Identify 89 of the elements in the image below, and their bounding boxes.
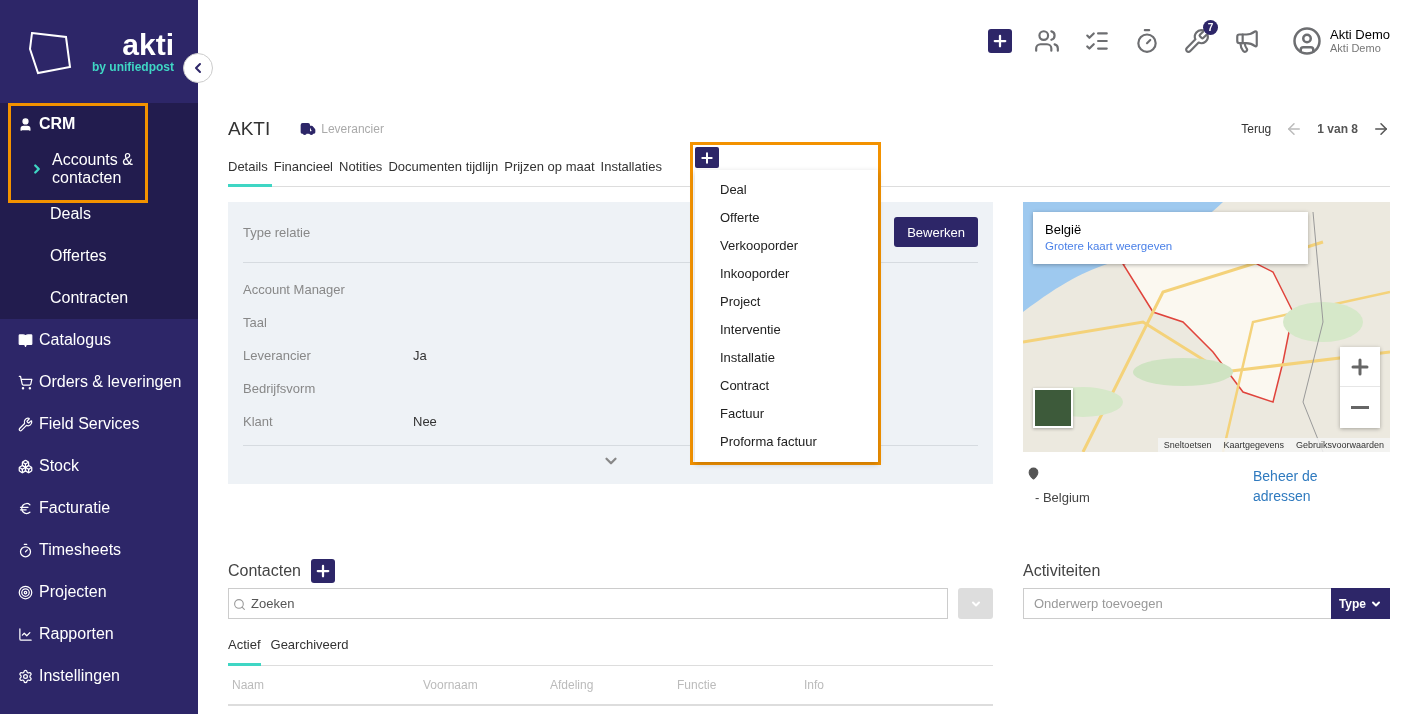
column-header: Afdeling [550, 678, 595, 692]
sidebar-item[interactable]: CRM [0, 103, 198, 145]
sidebar-item[interactable]: Projecten [0, 571, 198, 613]
tab[interactable]: Gearchiveerd [270, 633, 349, 666]
contacts-title: Contacten [228, 562, 301, 580]
logo-name: akti [122, 29, 174, 60]
column-header: Voornaam [423, 678, 479, 692]
menu-item[interactable]: Interventie [695, 316, 878, 344]
search-icon [233, 598, 246, 611]
tab[interactable]: Details [228, 155, 272, 187]
field-label: Account Manager [243, 282, 346, 297]
field-label: Type relatie [243, 224, 311, 240]
menu-item[interactable]: Deal [695, 176, 878, 204]
larger-map-link[interactable]: Grotere kaart weergeven [1045, 240, 1296, 252]
field-value: Ja [413, 348, 427, 363]
pager-text: 1 van 8 [1317, 122, 1358, 136]
account-type: Leverancier [321, 122, 384, 136]
collapse-button[interactable] [183, 53, 213, 83]
user-icon [18, 116, 33, 132]
euro-icon [18, 500, 33, 516]
tab[interactable]: Documenten tijdlijn [388, 155, 503, 187]
menu-item[interactable]: Factuur [695, 400, 878, 428]
edit-button[interactable]: Bewerken [894, 217, 978, 247]
sidebar-item[interactable]: Facturatie [0, 487, 198, 529]
chart-icon [18, 626, 33, 642]
tab[interactable]: Prijzen op maat [504, 155, 599, 187]
stopwatch-icon [18, 542, 33, 558]
type-button[interactable]: Type [1330, 588, 1390, 619]
user-name: Akti Demo [1330, 27, 1390, 42]
sidebar-item[interactable]: Catalogus [0, 319, 198, 361]
column-header: Functie [677, 678, 718, 692]
field-label: Taal [243, 315, 268, 330]
boxes-icon [18, 458, 33, 474]
menu-item[interactable]: Verkooporder [695, 232, 878, 260]
settings-icon [18, 668, 33, 684]
menu-item[interactable]: Installatie [695, 344, 878, 372]
satellite-toggle[interactable] [1033, 388, 1073, 428]
account-title: AKTI [228, 118, 271, 140]
address-line: - Belgium [1035, 490, 1091, 505]
target-icon [18, 584, 33, 600]
search-field[interactable]: Zoeken [228, 588, 948, 619]
back-link[interactable]: Terug [1241, 122, 1272, 136]
cart-icon [18, 374, 33, 390]
wrench-icon [18, 416, 33, 432]
sidebar-item[interactable]: Stock [0, 445, 198, 487]
tab[interactable]: Actief [228, 633, 261, 666]
subject-field[interactable]: Onderwerp toevoegen [1023, 588, 1331, 619]
location-icon [1027, 467, 1040, 480]
field-value: Nee [413, 414, 437, 429]
field-label: Leverancier [243, 348, 312, 363]
truck-icon [300, 121, 317, 137]
menu-item[interactable]: Inkooporder [695, 260, 878, 288]
next-icon[interactable] [1372, 120, 1390, 138]
book-icon [18, 332, 33, 348]
sidebar-item[interactable]: Rapporten [0, 613, 198, 655]
add-contact-button[interactable] [310, 559, 335, 583]
sidebar-item[interactable]: Field Services [0, 403, 198, 445]
menu-item[interactable]: Proforma factuur [695, 428, 878, 456]
manage-addresses-link[interactable]: Beheer de adressen [1253, 466, 1363, 506]
tab[interactable]: Notities [339, 155, 387, 187]
menu-item[interactable]: Contract [695, 372, 878, 400]
add-button[interactable] [988, 28, 1013, 53]
plus-icon [699, 149, 715, 166]
sidebar-item[interactable]: Timesheets [0, 529, 198, 571]
field-label: Klant [243, 414, 274, 429]
avatar-icon[interactable] [1292, 25, 1323, 56]
user-company: Akti Demo [1330, 42, 1382, 54]
menu-item[interactable]: Offerte [695, 204, 878, 232]
sidebar-subitem[interactable]: Offertes [0, 235, 198, 277]
menu-item[interactable]: Project [695, 288, 878, 316]
notification-badge: 7 [1203, 19, 1219, 35]
minus-icon [1351, 405, 1369, 409]
map-footer-link[interactable]: Kaartgegevens [1217, 438, 1290, 452]
map-card-title: België [1045, 222, 1083, 237]
tab[interactable]: Installaties [600, 155, 666, 187]
sidebar-subitem[interactable]: Accounts & contacten [0, 145, 198, 193]
sidebar-subitem[interactable]: Contracten [0, 277, 198, 319]
logo-tagline: by unifiedpost [92, 59, 174, 74]
map-footer-link[interactable]: Sneltoetsen [1157, 438, 1218, 452]
sidebar-subitem[interactable]: Deals [0, 193, 198, 235]
field-label: Bedrijfsvorm [243, 381, 317, 396]
sidebar-item[interactable]: Orders & leveringen [0, 361, 198, 403]
add-tab-button[interactable] [695, 147, 719, 168]
activities-title: Activiteiten [1023, 562, 1101, 580]
column-header: Naam [232, 678, 265, 692]
map-footer-link[interactable]: Gebruiksvoorwaarden [1289, 438, 1390, 452]
column-header: Info [804, 678, 825, 692]
sidebar-item[interactable]: Instellingen [0, 655, 198, 697]
tab[interactable]: Financieel [273, 155, 337, 187]
